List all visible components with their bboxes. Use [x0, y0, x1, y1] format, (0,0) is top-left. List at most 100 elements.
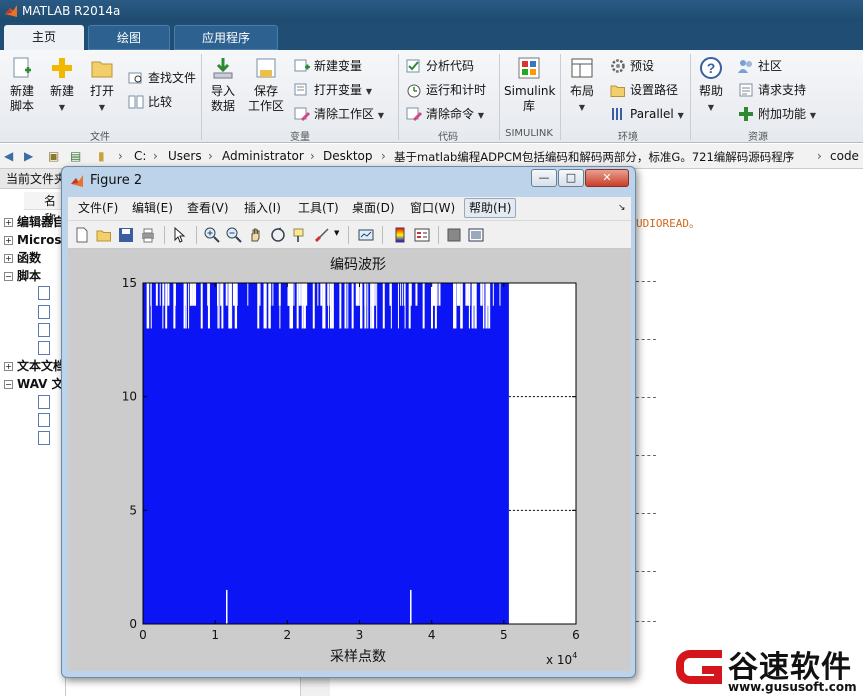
menu-tools[interactable]: 工具(T): [296, 200, 341, 216]
find-files-button[interactable]: 查找文件: [128, 68, 196, 88]
bar-gap: [263, 283, 266, 306]
wav-file-icon[interactable]: [38, 413, 50, 427]
figure-canvas[interactable]: 编码波形 0 1 2 3 4 5 6 0 5 10 15 采样点数 x 104: [68, 249, 631, 671]
simulink-library-button[interactable]: Simulink 库: [504, 56, 555, 114]
crumb-desktop[interactable]: Desktop: [323, 149, 373, 163]
zoom-out-icon[interactable]: [226, 227, 242, 243]
tree-node-functions[interactable]: + 函数: [4, 250, 41, 266]
analyze-code-button[interactable]: 分析代码: [406, 56, 474, 76]
browse-folder-icon[interactable]: ▤: [70, 149, 81, 163]
brush-icon[interactable]: [314, 227, 330, 243]
script-file-icon[interactable]: [38, 286, 50, 300]
layout-button[interactable]: 布局 ▼: [566, 56, 598, 115]
tree-node-scripts[interactable]: − 脚本: [4, 268, 41, 284]
close-button[interactable]: ✕: [585, 169, 629, 187]
brush-dropdown-arrow[interactable]: ▼: [334, 229, 339, 237]
minimize-button[interactable]: —: [531, 169, 557, 187]
crumb-drive[interactable]: C:: [134, 149, 146, 163]
expand-icon[interactable]: +: [4, 218, 13, 227]
import-data-button[interactable]: 导入 数据: [206, 56, 240, 114]
up-folder-icon[interactable]: ▣: [48, 149, 59, 163]
open-variable-button[interactable]: 打开变量 ▼: [294, 80, 372, 100]
bar-gap: [167, 283, 170, 306]
set-path-button[interactable]: 设置路径: [610, 80, 678, 100]
data-cursor-icon[interactable]: [292, 227, 308, 243]
wav-file-icon[interactable]: [38, 431, 50, 445]
folder-icon: [91, 61, 113, 78]
request-support-button[interactable]: 请求支持: [738, 80, 806, 100]
hide-plot-tools-icon[interactable]: [446, 227, 462, 243]
menu-file[interactable]: 文件(F): [76, 200, 120, 216]
new-variable-button[interactable]: 新建变量: [294, 56, 362, 76]
menu-edit[interactable]: 编辑(E): [130, 200, 175, 216]
bar-gap: [422, 283, 425, 329]
parallel-button[interactable]: Parallel ▼: [610, 104, 684, 124]
script-file-icon[interactable]: [38, 341, 50, 355]
help-button[interactable]: ? 帮助 ▼: [696, 56, 726, 115]
link-plot-icon[interactable]: [358, 227, 374, 243]
colorbar-icon[interactable]: [392, 227, 408, 243]
encoded-waveform-chart: 编码波形 0 1 2 3 4 5 6051015 采样点数 x 104: [122, 257, 580, 667]
tree-node-text-docs[interactable]: + 文本文档: [4, 358, 65, 374]
preferences-button[interactable]: 预设: [610, 56, 654, 76]
tab-apps[interactable]: 应用程序: [174, 25, 278, 50]
new-script-button[interactable]: 新建 脚本: [6, 56, 38, 114]
rotate-3d-icon[interactable]: [270, 227, 286, 243]
expand-icon[interactable]: +: [4, 254, 13, 263]
tab-plots[interactable]: 绘图: [88, 25, 170, 50]
clear-workspace-button[interactable]: 清除工作区 ▼: [294, 104, 384, 124]
bar-gap: [376, 283, 378, 329]
crumb-project[interactable]: 基于matlab编程ADPCM包括编码和解码两部分，标准G。721编解码源码程序: [394, 149, 794, 165]
bar-gap: [402, 283, 404, 306]
maximize-button[interactable]: □: [558, 169, 584, 187]
forward-arrow-icon[interactable]: ▶: [24, 149, 33, 163]
collapse-icon[interactable]: −: [4, 272, 13, 281]
menu-desktop[interactable]: 桌面(D): [350, 200, 397, 216]
bar-gap: [492, 283, 494, 306]
back-arrow-icon[interactable]: ◀: [4, 149, 13, 163]
open-file-icon[interactable]: [96, 227, 112, 243]
tree-node-wav[interactable]: − WAV 文: [4, 376, 64, 392]
bar-gap: [434, 283, 437, 329]
print-icon[interactable]: [140, 227, 156, 243]
crumb-users[interactable]: Users: [168, 149, 202, 163]
save-icon[interactable]: [118, 227, 134, 243]
crumb-administrator[interactable]: Administrator: [222, 149, 304, 163]
pan-hand-icon[interactable]: [248, 227, 264, 243]
wav-file-icon[interactable]: [38, 395, 50, 409]
script-file-icon[interactable]: [38, 305, 50, 319]
dock-arrow-icon[interactable]: ↘: [616, 200, 628, 216]
new-figure-icon[interactable]: [74, 227, 90, 243]
tab-home[interactable]: 主页: [4, 25, 84, 50]
figure-window[interactable]: Figure 2 — □ ✕ 文件(F) 编辑(E) 查看(V) 插入(I) 工…: [61, 166, 636, 678]
collapse-icon[interactable]: −: [4, 380, 13, 389]
name-column-header[interactable]: 名称: [24, 192, 66, 226]
menu-window[interactable]: 窗口(W): [408, 200, 457, 216]
new-button[interactable]: 新建 ▼: [46, 56, 78, 115]
clear-commands-button[interactable]: 清除命令 ▼: [406, 104, 484, 124]
crumb-code[interactable]: code: [830, 149, 859, 163]
new-variable-label: 新建变量: [314, 59, 363, 73]
show-plot-tools-icon[interactable]: [468, 227, 484, 243]
tree-node-editor[interactable]: + 编辑器自: [4, 214, 65, 230]
add-ons-button[interactable]: 附加功能 ▼: [738, 104, 816, 124]
expand-icon[interactable]: +: [4, 236, 13, 245]
save-workspace-button[interactable]: 保存 工作区: [246, 56, 286, 114]
compare-button[interactable]: 比较: [128, 92, 172, 112]
expand-icon[interactable]: +: [4, 362, 13, 371]
zoom-in-icon[interactable]: [204, 227, 220, 243]
run-and-time-button[interactable]: 运行和计时: [406, 80, 486, 100]
pointer-icon[interactable]: [172, 227, 188, 243]
open-button[interactable]: 打开 ▼: [86, 56, 118, 115]
legend-icon[interactable]: [414, 227, 430, 243]
menu-view[interactable]: 查看(V): [185, 200, 231, 216]
tree-node-microsoft[interactable]: + Micros: [4, 232, 61, 248]
bar-gap: [474, 283, 477, 329]
menu-help[interactable]: 帮助(H): [464, 198, 517, 218]
community-button[interactable]: 社区: [738, 56, 782, 76]
script-file-icon[interactable]: [38, 323, 50, 337]
bar-gap: [162, 283, 164, 329]
y-tick-label: 5: [129, 503, 137, 517]
menu-insert[interactable]: 插入(I): [242, 200, 283, 216]
bar-gap: [473, 283, 475, 306]
